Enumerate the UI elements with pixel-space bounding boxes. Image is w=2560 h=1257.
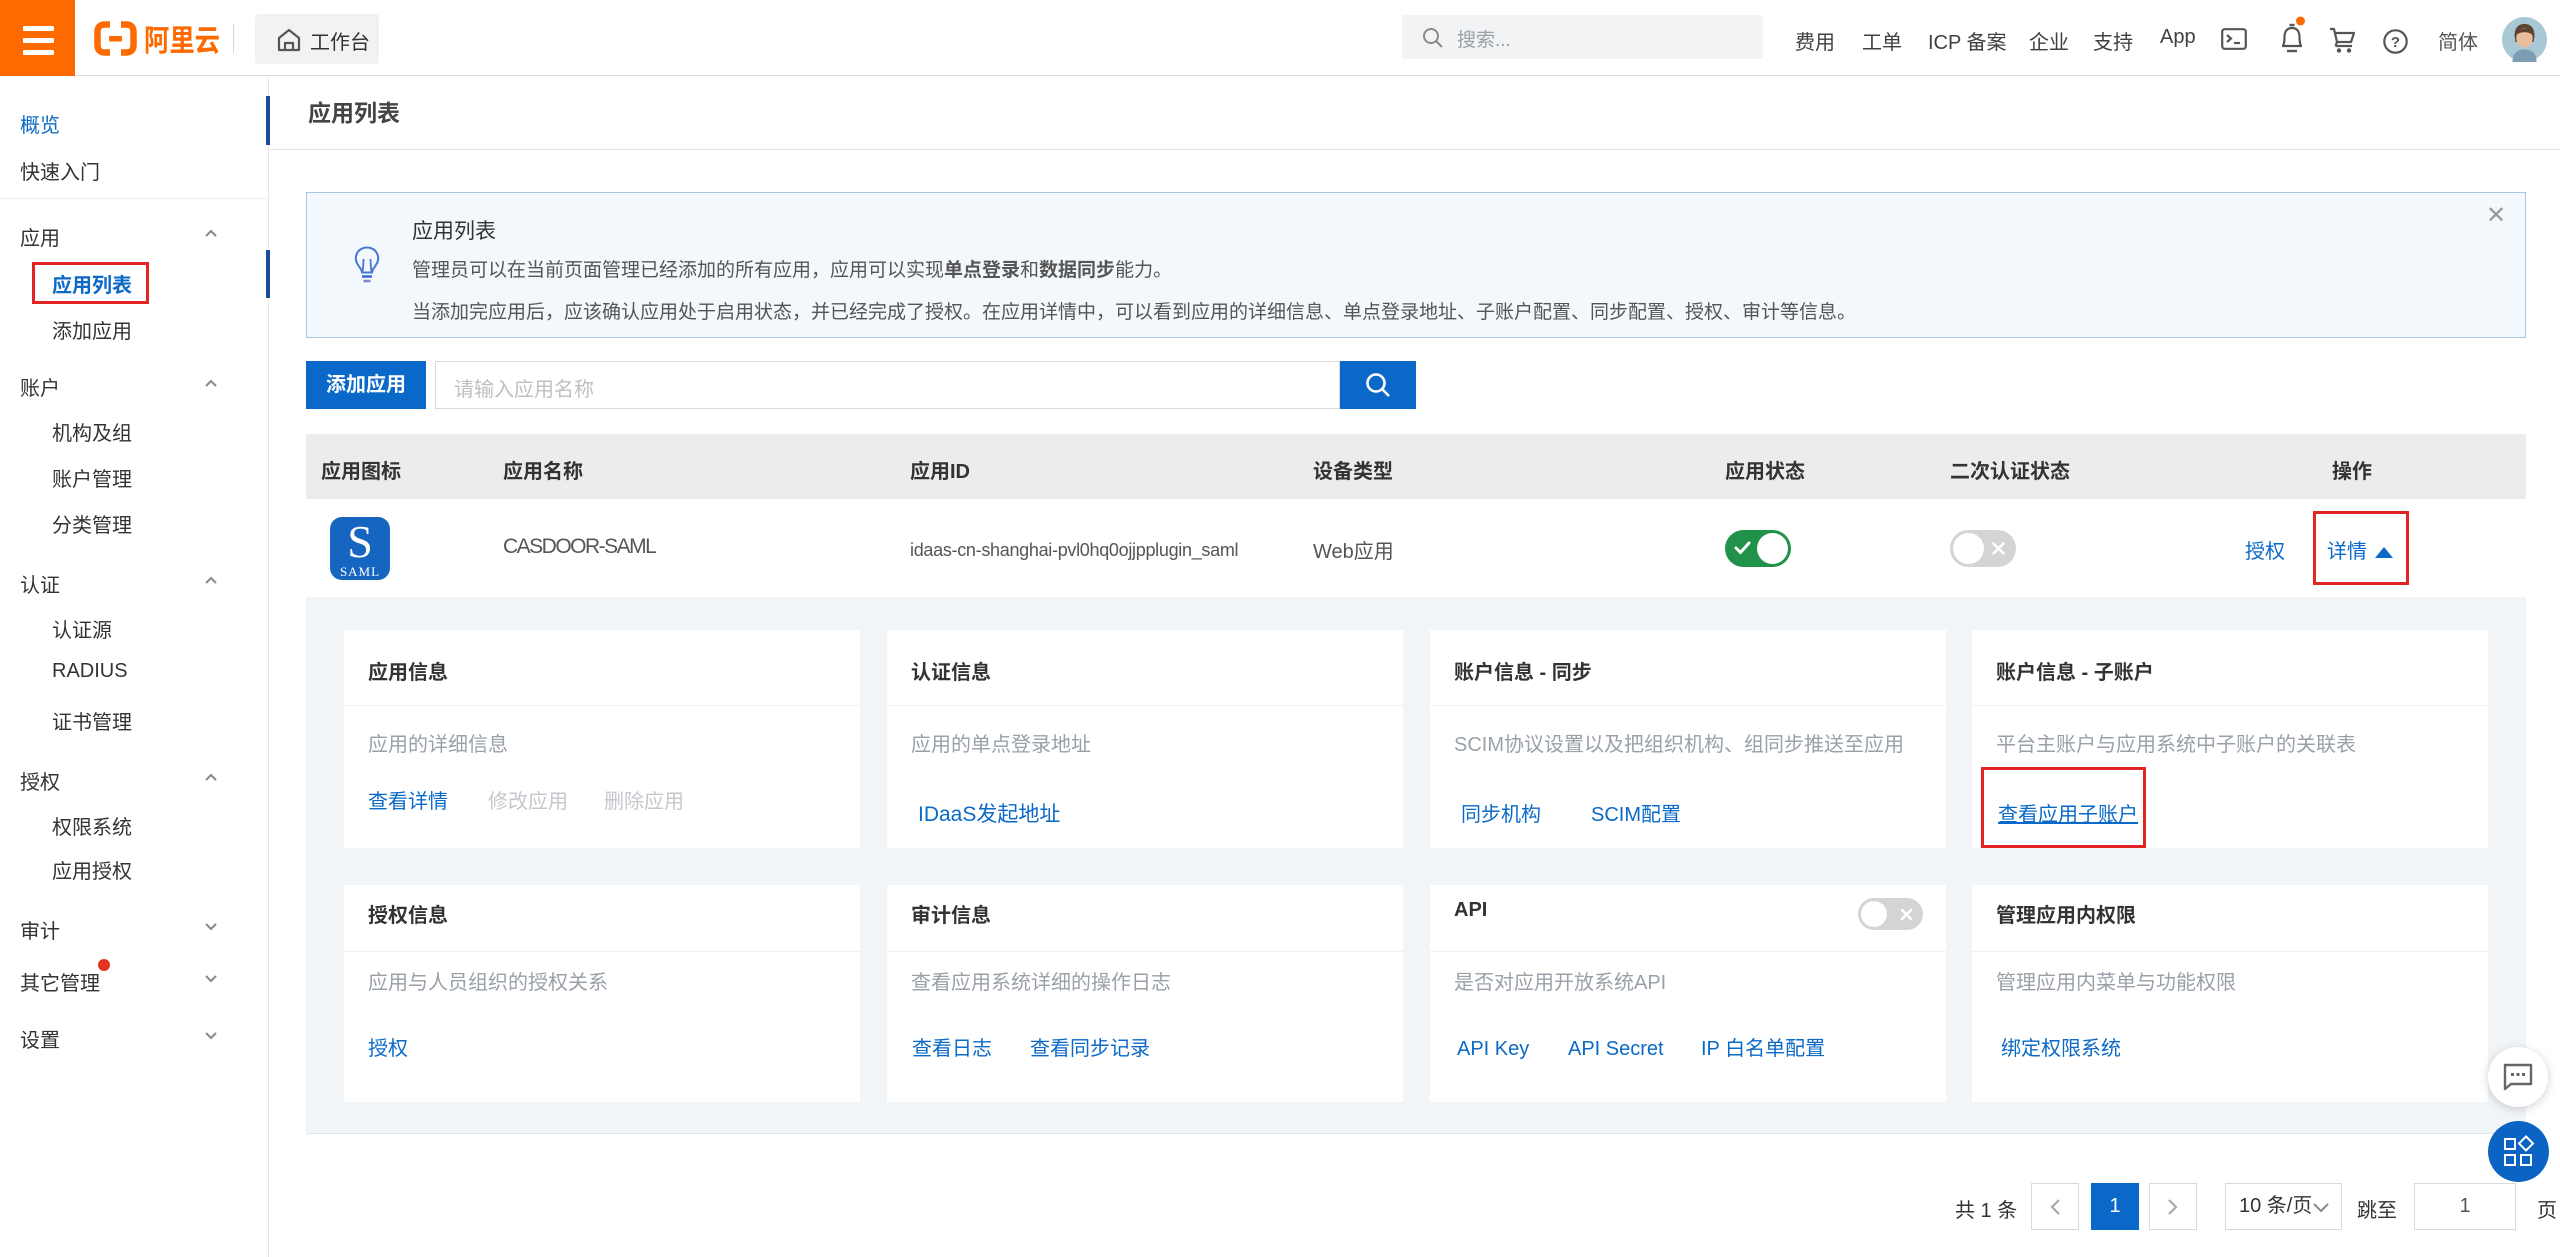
svg-text:?: ? <box>2391 34 2400 51</box>
svg-text:阿里云: 阿里云 <box>144 20 220 60</box>
